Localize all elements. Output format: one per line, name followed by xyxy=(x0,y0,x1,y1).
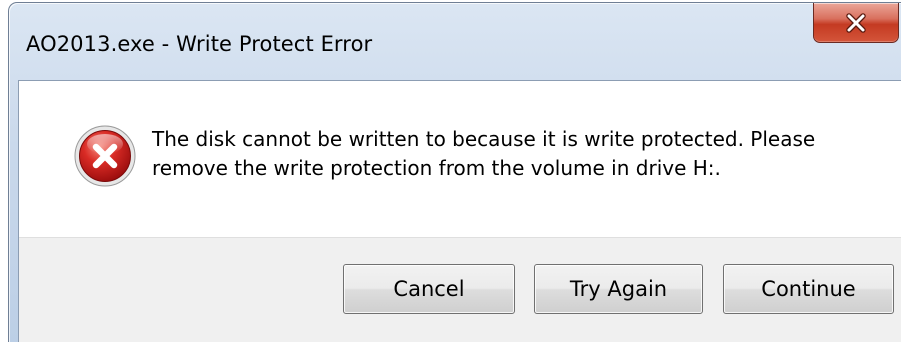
message-area: The disk cannot be written to because it… xyxy=(19,81,901,237)
close-button[interactable] xyxy=(813,3,899,43)
cancel-button[interactable]: Cancel xyxy=(343,264,515,314)
error-message: The disk cannot be written to because it… xyxy=(152,127,816,180)
screenshot-canvas: AO2013.exe - Write Protect Error The dis… xyxy=(0,0,901,342)
window-title: AO2013.exe - Write Protect Error xyxy=(26,32,373,56)
title-bar[interactable]: AO2013.exe - Write Protect Error xyxy=(9,3,901,80)
dialog-window: AO2013.exe - Write Protect Error The dis… xyxy=(8,2,901,342)
try-again-button[interactable]: Try Again xyxy=(534,264,703,314)
close-icon xyxy=(845,12,867,33)
dialog-client-area: The disk cannot be written to because it… xyxy=(18,80,901,342)
error-icon xyxy=(73,124,137,188)
continue-button[interactable]: Continue xyxy=(723,264,894,314)
button-bar: Cancel Try Again Continue xyxy=(19,237,901,342)
